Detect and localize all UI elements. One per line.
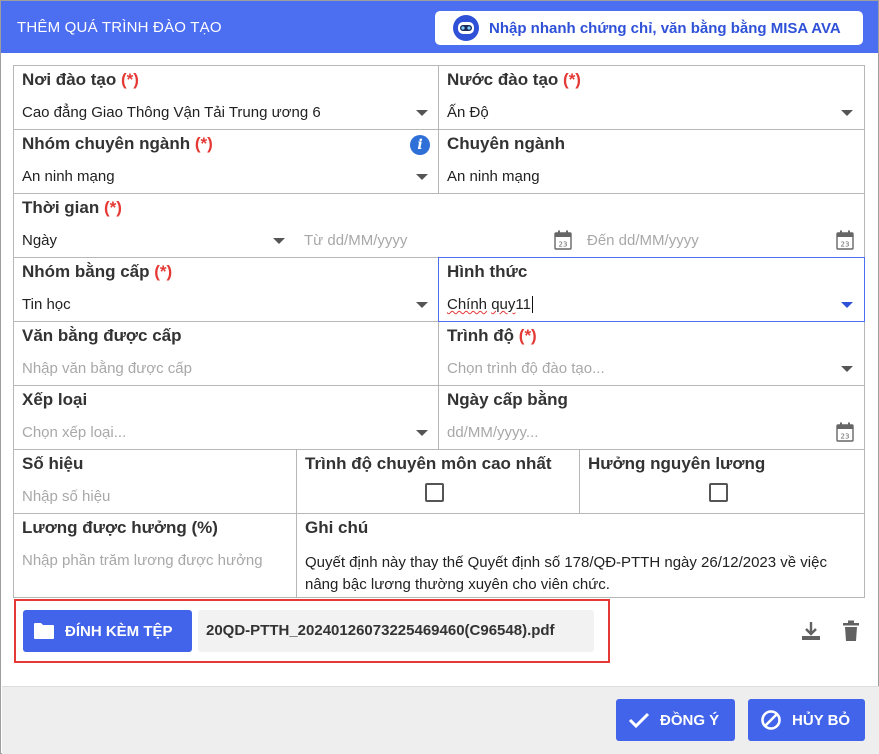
required-mark: (*) [103,198,122,217]
nuoc-dao-tao-value: Ấn Độ [447,104,489,121]
huong-nguyen-luong-checkbox[interactable] [709,483,728,502]
ghi-chu-textarea[interactable]: Quyết định này thay thế Quyết định số 17… [305,552,854,596]
nhom-bang-cap-label: Nhóm bằng cấp (*) [22,262,173,281]
required-mark: (*) [563,70,581,89]
thoi-gian-unit-select[interactable]: Ngày [22,232,57,249]
chevron-down-icon[interactable] [841,110,853,116]
hinh-thuc-word-2: quy [491,296,516,313]
field-ghi-chu[interactable]: Ghi chú Quyết định này thay thế Quyết đị… [296,513,865,598]
folder-icon [34,623,54,639]
field-nhom-chuyen-nganh[interactable]: Nhóm chuyên ngành (*) i An ninh mạng [13,129,439,194]
trinh-do-label: Trình độ (*) [447,326,537,345]
thoi-gian-label: Thời gian (*) [22,198,122,217]
ok-button[interactable]: ĐỒNG Ý [616,699,735,741]
cancel-button[interactable]: HỦY BỎ [748,699,865,741]
calendar-icon[interactable]: 23 [836,230,854,250]
field-nuoc-dao-tao[interactable]: Nước đào tạo (*) Ấn Độ [438,65,865,130]
field-ngay-cap-bang[interactable]: Ngày cấp bằng dd/MM/yyyy... 23 [438,385,865,450]
chevron-down-icon[interactable] [273,238,285,244]
info-icon[interactable]: i [410,135,430,155]
check-icon [628,712,650,729]
hinh-thuc-word-1: Chính [447,296,488,313]
download-icon[interactable] [800,620,822,642]
nhom-chuyen-nganh-value: An ninh mạng [22,168,115,185]
field-chuyen-nganh[interactable]: Chuyên ngành An ninh mạng [438,129,865,194]
chevron-down-icon[interactable] [841,366,853,372]
field-thoi-gian: Thời gian (*) Ngày Từ dd/MM/yyyy 23 Đến … [13,193,865,258]
svg-text:23: 23 [559,241,568,249]
hinh-thuc-input[interactable]: Chính quy11​ [447,296,533,313]
dialog-footer: ĐỒNG Ý HỦY BỎ [2,686,879,754]
required-mark: (*) [194,134,213,153]
attach-file-button[interactable]: ĐÍNH KÈM TỆP [23,610,192,652]
ngay-cap-bang-input[interactable]: dd/MM/yyyy... [447,424,538,441]
chuyen-nganh-value: An ninh mạng [447,168,540,185]
misa-ava-label: Nhập nhanh chứng chỉ, văn bằng bằng MISA… [489,19,841,37]
svg-text:23: 23 [841,241,850,249]
field-hinh-thuc[interactable]: Hình thức Chính quy11​ [438,257,865,322]
svg-text:23: 23 [841,433,850,441]
ngay-cap-bang-label: Ngày cấp bằng [447,390,568,409]
xep-loai-select[interactable]: Chọn xếp loại... [22,424,126,441]
field-luong-duoc-huong[interactable]: Lương được hưởng (%) Nhập phần trăm lươn… [13,513,297,598]
required-mark: (*) [121,70,139,89]
required-mark: (*) [154,262,173,281]
attached-file-name[interactable]: 20QD-PTTH_20240126073225469460(C96548).p… [198,610,594,652]
nuoc-dao-tao-label: Nước đào tạo (*) [447,70,581,89]
so-hieu-label: Số hiệu [22,454,84,473]
field-noi-dao-tao[interactable]: Nơi đào tạo (*) Cao đẳng Giao Thông Vận … [13,65,439,130]
field-trinh-do-cao-nhat: Trình độ chuyên môn cao nhất [296,449,580,514]
field-nhom-bang-cap[interactable]: Nhóm bằng cấp (*) Tin học [13,257,439,322]
misa-ava-button[interactable]: Nhập nhanh chứng chỉ, văn bằng bằng MISA… [435,11,863,45]
chevron-down-icon[interactable] [416,110,428,116]
luong-duoc-huong-label: Lương được hưởng (%) [22,518,218,537]
noi-dao-tao-value: Cao đẳng Giao Thông Vận Tải Trung ương 6 [22,104,321,121]
field-van-bang[interactable]: Văn bằng được cấp Nhập văn bằng được cấp [13,321,439,386]
field-xep-loai[interactable]: Xếp loại Chọn xếp loại... [13,385,439,450]
hinh-thuc-suffix: 11 [515,296,531,313]
from-date-input[interactable]: Từ dd/MM/yyyy [304,232,407,249]
robot-icon [453,15,479,41]
attach-file-label: ĐÍNH KÈM TỆP [65,622,173,640]
attachment-highlight: ĐÍNH KÈM TỆP 20QD-PTTH_20240126073225469… [14,599,610,663]
van-bang-input[interactable]: Nhập văn bằng được cấp [22,360,192,377]
chevron-down-icon[interactable] [841,302,853,308]
chevron-down-icon[interactable] [416,302,428,308]
training-dialog: THÊM QUÁ TRÌNH ĐÀO TẠO Nhập nhanh chứng … [0,0,879,754]
nhom-bang-cap-value: Tin học [22,296,71,313]
trinh-do-cao-nhat-label: Trình độ chuyên môn cao nhất [305,454,552,473]
dialog-title: THÊM QUÁ TRÌNH ĐÀO TẠO [17,19,222,36]
calendar-icon[interactable]: 23 [836,422,854,442]
field-trinh-do[interactable]: Trình độ (*) Chọn trình độ đào tạo... [438,321,865,386]
ghi-chu-label: Ghi chú [305,518,369,537]
ok-label: ĐỒNG Ý [660,711,720,729]
dialog-header: THÊM QUÁ TRÌNH ĐÀO TẠO Nhập nhanh chứng … [1,1,878,53]
cancel-label: HỦY BỎ [792,711,851,729]
hinh-thuc-label: Hình thức [447,262,528,281]
chevron-down-icon[interactable] [416,174,428,180]
to-date-input[interactable]: Đến dd/MM/yyyy [587,232,699,249]
trinh-do-cao-nhat-checkbox[interactable] [425,483,444,502]
trinh-do-select[interactable]: Chọn trình độ đào tạo... [447,360,605,377]
nhom-chuyen-nganh-label: Nhóm chuyên ngành (*) [22,134,213,153]
ban-icon [761,710,781,730]
trash-icon[interactable] [842,620,860,642]
calendar-icon[interactable]: 23 [554,230,572,250]
required-mark: (*) [518,326,537,345]
xep-loai-label: Xếp loại [22,390,88,409]
field-so-hieu[interactable]: Số hiệu Nhập số hiệu [13,449,297,514]
luong-duoc-huong-input[interactable]: Nhập phần trăm lương được hưởng [22,552,263,569]
van-bang-label: Văn bằng được cấp [22,326,182,345]
chuyen-nganh-label: Chuyên ngành [447,134,566,153]
so-hieu-input[interactable]: Nhập số hiệu [22,488,110,505]
noi-dao-tao-label: Nơi đào tạo (*) [22,70,139,89]
huong-nguyen-luong-label: Hưởng nguyên lương [588,454,766,473]
text-cursor: ​ [531,296,533,313]
field-huong-nguyen-luong: Hưởng nguyên lương [579,449,865,514]
chevron-down-icon[interactable] [416,430,428,436]
